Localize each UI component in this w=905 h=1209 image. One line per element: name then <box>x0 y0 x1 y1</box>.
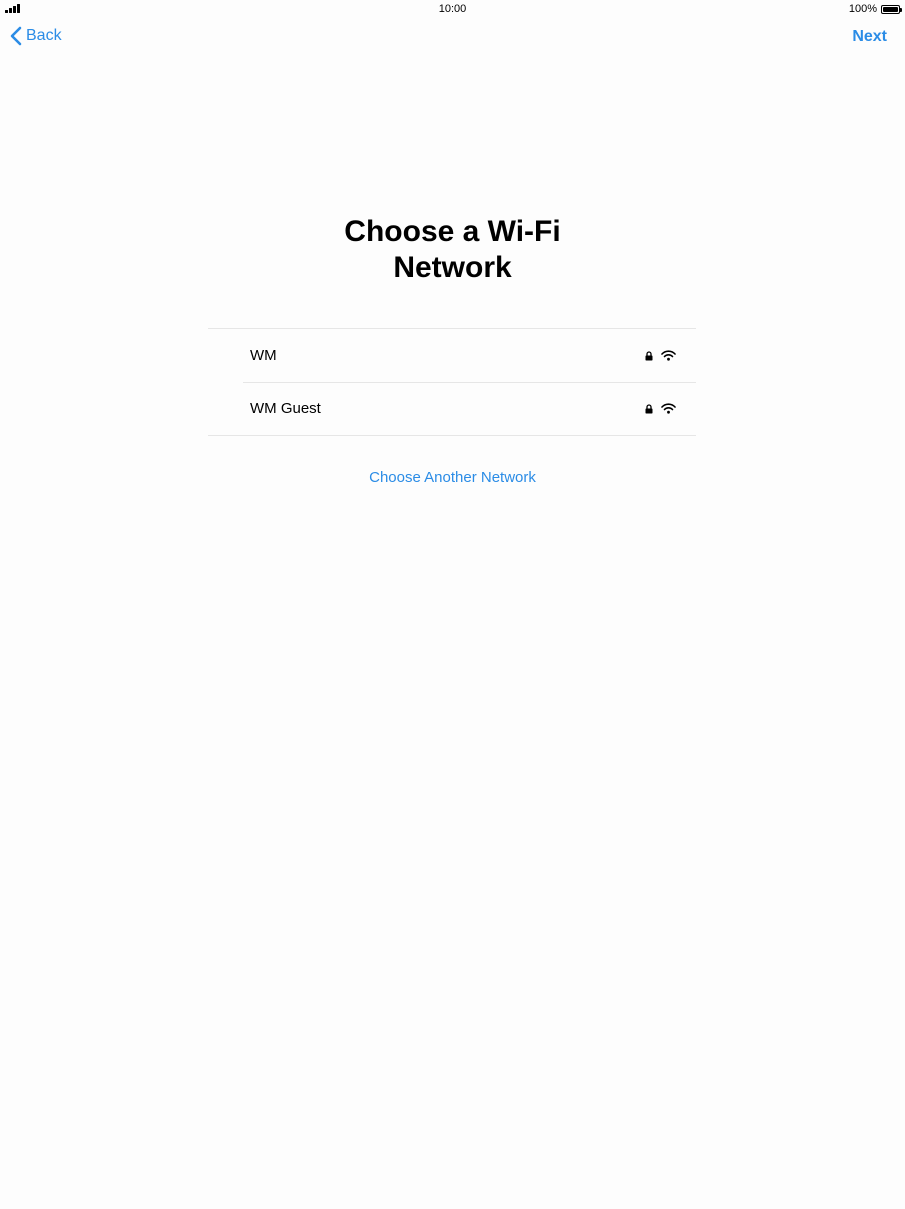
network-status-icons <box>645 350 676 361</box>
choose-another-network-link[interactable]: Choose Another Network <box>0 469 905 486</box>
network-status-icons <box>645 403 676 414</box>
battery-full-icon <box>881 4 902 14</box>
lock-icon <box>645 350 653 360</box>
wifi-network-list: WM WM Guest <box>208 328 696 436</box>
setup-screen: 10:00 100% Back Next Choose a Wi-Fi Netw… <box>0 0 905 1209</box>
status-bar: 10:00 100% <box>0 0 905 18</box>
back-button-label: Back <box>26 27 62 44</box>
network-name: WM Guest <box>250 400 321 417</box>
wifi-icon <box>661 403 676 414</box>
back-button[interactable]: Back <box>10 26 62 46</box>
wifi-icon <box>661 350 676 361</box>
network-row-wm-guest[interactable]: WM Guest <box>208 382 696 435</box>
network-row-wm[interactable]: WM <box>208 329 696 382</box>
page-title-line-1: Choose a Wi-Fi <box>344 215 561 248</box>
battery-percent: 100% <box>848 3 877 15</box>
next-button[interactable]: Next <box>852 28 887 46</box>
chevron-left-icon <box>10 26 22 46</box>
page-title: Choose a Wi-Fi Network <box>0 214 905 286</box>
status-time: 10:00 <box>438 3 467 15</box>
page-title-line-2: Network <box>393 251 512 284</box>
lock-icon <box>645 403 653 413</box>
battery-indicator: 100% <box>848 3 902 15</box>
network-name: WM <box>250 347 277 364</box>
